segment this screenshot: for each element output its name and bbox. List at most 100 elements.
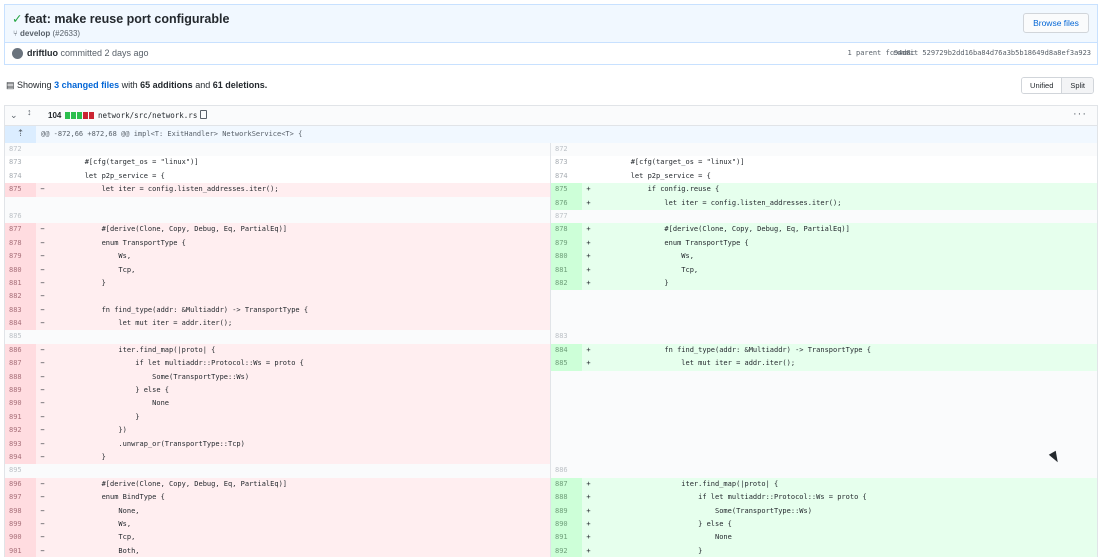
left-line: 880− Tcp, bbox=[5, 263, 551, 277]
left-line: 881− } bbox=[5, 276, 551, 291]
line-number[interactable]: 886 bbox=[5, 343, 36, 358]
line-number[interactable]: 877 bbox=[551, 209, 582, 224]
line-number[interactable]: 880 bbox=[551, 250, 582, 264]
code-text: iter.find_map(|proto| { bbox=[595, 477, 1097, 492]
line-number[interactable]: 874 bbox=[551, 169, 582, 184]
line-number[interactable]: 888 bbox=[5, 370, 36, 385]
line-number[interactable]: 882 bbox=[551, 276, 582, 291]
line-number[interactable]: 873 bbox=[551, 156, 582, 170]
line-number[interactable]: 878 bbox=[551, 223, 582, 237]
line-number[interactable]: 888 bbox=[551, 491, 582, 505]
code-text: let iter = config.listen_addresses.iter(… bbox=[595, 196, 1097, 210]
line-number[interactable]: 885 bbox=[551, 357, 582, 371]
line-number[interactable]: 896 bbox=[5, 477, 36, 492]
split-diff: 872 872 873 #[cfg(target_os = "linux")] 873… bbox=[4, 143, 1098, 557]
line-number[interactable]: 889 bbox=[5, 384, 36, 398]
line-number[interactable]: 889 bbox=[551, 504, 582, 518]
line-number[interactable]: 880 bbox=[5, 263, 36, 277]
diff-row: 879− Ws, 880 + Ws, bbox=[5, 250, 1097, 264]
code-text: } bbox=[49, 410, 550, 425]
line-number[interactable]: 890 bbox=[551, 517, 582, 532]
browse-files-button[interactable]: Browse files bbox=[1023, 13, 1089, 33]
line-number[interactable]: 878 bbox=[5, 236, 36, 251]
line-number[interactable]: 897 bbox=[5, 491, 36, 505]
right-line: 875 + if config.reuse { bbox=[551, 183, 1097, 197]
line-number[interactable]: 875 bbox=[551, 183, 582, 197]
line-number[interactable]: 895 bbox=[5, 464, 36, 478]
line-number[interactable]: 879 bbox=[551, 236, 582, 251]
line-number[interactable]: 879 bbox=[5, 250, 36, 264]
line-number[interactable]: 883 bbox=[551, 330, 582, 344]
left-line: 884− let mut iter = addr.iter(); bbox=[5, 317, 551, 331]
more-icon[interactable]: ··· bbox=[1073, 108, 1087, 120]
diff-sign: − bbox=[36, 223, 49, 237]
line-number[interactable]: 887 bbox=[5, 357, 36, 371]
branch-name[interactable]: develop bbox=[20, 29, 50, 38]
line-number[interactable]: 892 bbox=[5, 424, 36, 438]
line-number[interactable]: 884 bbox=[5, 317, 36, 331]
clipboard-icon[interactable] bbox=[200, 110, 207, 119]
diff-sign bbox=[36, 330, 49, 344]
line-number[interactable]: 872 bbox=[5, 143, 36, 157]
expand-up-icon[interactable]: ⇡ bbox=[5, 126, 36, 143]
line-number[interactable]: 891 bbox=[551, 531, 582, 545]
split-button[interactable]: Split bbox=[1061, 78, 1093, 93]
diff-sign: − bbox=[36, 504, 49, 518]
left-line: 873 #[cfg(target_os = "linux")] bbox=[5, 156, 551, 170]
line-number[interactable]: 882 bbox=[5, 290, 36, 304]
chevron-down-icon[interactable]: ⌄ bbox=[10, 110, 18, 121]
diff-sign bbox=[36, 143, 49, 157]
check-icon: ✓ bbox=[12, 12, 23, 26]
line-number[interactable]: 891 bbox=[5, 410, 36, 425]
changed-files-link[interactable]: 3 changed files bbox=[54, 80, 119, 90]
unified-button[interactable]: Unified bbox=[1022, 78, 1062, 93]
line-number[interactable]: 876 bbox=[5, 209, 36, 224]
line-number[interactable]: 875 bbox=[5, 183, 36, 197]
diff-count: 104 bbox=[48, 111, 62, 120]
left-line: 890− None bbox=[5, 397, 551, 411]
line-number[interactable]: 876 bbox=[551, 196, 582, 210]
file-path[interactable]: network/src/network.rs bbox=[98, 111, 197, 120]
line-number[interactable]: 885 bbox=[5, 330, 36, 344]
commit-header: ✓ feat: make reuse port configurable ⑂ de… bbox=[4, 4, 1098, 42]
line-number[interactable]: 899 bbox=[5, 517, 36, 532]
line-number[interactable]: 892 bbox=[551, 544, 582, 557]
line-number[interactable]: 877 bbox=[5, 223, 36, 237]
line-number[interactable]: 893 bbox=[5, 437, 36, 451]
summary-icon: ▤ bbox=[6, 80, 15, 90]
line-number[interactable]: 890 bbox=[5, 397, 36, 411]
unfold-icon[interactable]: ↕ bbox=[27, 108, 32, 117]
diff-row: 881− } 882 + } bbox=[5, 276, 1097, 291]
diff-row: 876 877 bbox=[5, 209, 1097, 224]
avatar[interactable] bbox=[12, 48, 23, 59]
code-text bbox=[595, 330, 1097, 344]
author-name[interactable]: driftluo bbox=[27, 48, 58, 58]
line-number[interactable]: 874 bbox=[5, 169, 36, 184]
line-number[interactable]: 886 bbox=[551, 464, 582, 478]
line-number[interactable]: 881 bbox=[5, 276, 36, 291]
line-number[interactable]: 901 bbox=[5, 544, 36, 557]
code-text: Tcp, bbox=[595, 263, 1097, 277]
line-number[interactable]: 900 bbox=[5, 531, 36, 545]
pr-number[interactable]: (#2633) bbox=[53, 29, 81, 38]
line-number[interactable]: 894 bbox=[5, 450, 36, 465]
right-line: 878 + #[derive(Clone, Copy, Debug, Eq, Pa… bbox=[551, 223, 1097, 237]
line-number[interactable]: 887 bbox=[551, 477, 582, 492]
diff-row: 875− let iter = config.listen_addresses.… bbox=[5, 183, 1097, 197]
code-text: }) bbox=[49, 424, 550, 438]
line-number[interactable]: 883 bbox=[5, 303, 36, 318]
diff-row: 890− None bbox=[5, 397, 1097, 411]
diff-sign: − bbox=[36, 477, 49, 492]
diff-row: 873 #[cfg(target_os = "linux")] 873 #[cfg… bbox=[5, 156, 1097, 170]
line-number[interactable]: 898 bbox=[5, 504, 36, 518]
diff-row: 885 883 bbox=[5, 330, 1097, 344]
diff-sign bbox=[582, 156, 595, 170]
left-line: 898− None, bbox=[5, 504, 551, 518]
line-number[interactable]: 873 bbox=[5, 156, 36, 170]
line-number[interactable]: 872 bbox=[551, 143, 582, 157]
right-line: 877 bbox=[551, 209, 1097, 224]
left-line: 892− }) bbox=[5, 424, 551, 438]
code-text: enum BindType { bbox=[49, 491, 550, 505]
line-number[interactable]: 881 bbox=[551, 263, 582, 277]
line-number[interactable]: 884 bbox=[551, 343, 582, 358]
